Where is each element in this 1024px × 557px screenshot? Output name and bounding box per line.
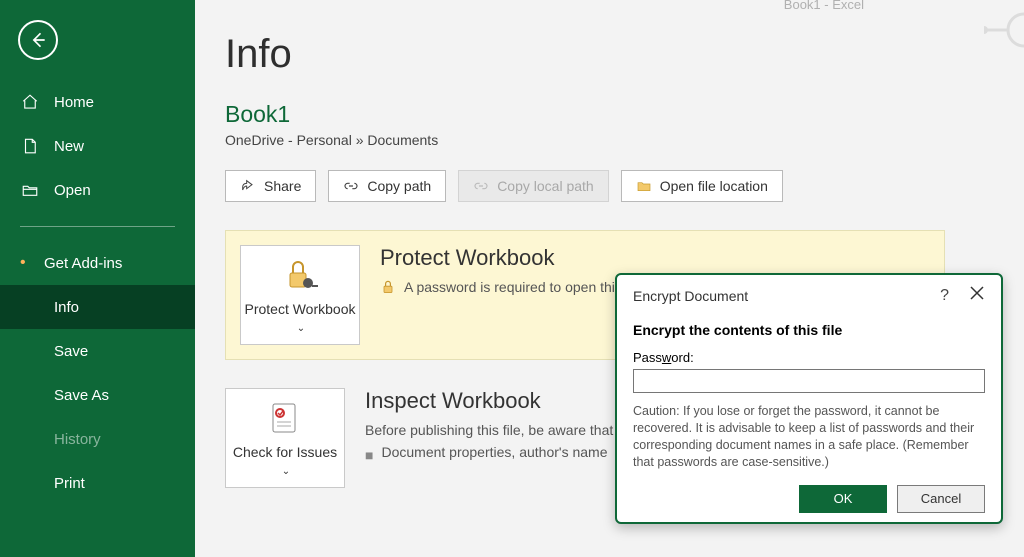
- sidebar-item-label: History: [54, 431, 101, 448]
- action-row: Share Copy path Copy local path Open fil…: [225, 170, 994, 202]
- password-input[interactable]: [633, 369, 985, 393]
- new-file-icon: [20, 136, 40, 156]
- folder-open-icon: [20, 180, 40, 200]
- dialog-subtitle: Encrypt the contents of this file: [633, 322, 985, 338]
- small-lock-icon: [380, 279, 396, 295]
- check-issues-label: Check for Issues ⌄: [226, 444, 344, 478]
- sidebar-item-label: New: [54, 138, 84, 155]
- copy-local-path-label: Copy local path: [497, 178, 594, 194]
- share-icon: [240, 178, 256, 194]
- breadcrumb: OneDrive - Personal » Documents: [225, 132, 994, 148]
- backstage-sidebar: Home New Open Get Add-ins Info Save Save…: [0, 0, 195, 557]
- dialog-title: Encrypt Document: [633, 288, 748, 304]
- link-icon: [343, 178, 359, 194]
- share-button[interactable]: Share: [225, 170, 316, 202]
- open-file-location-label: Open file location: [660, 178, 768, 194]
- file-name: Book1: [225, 101, 994, 128]
- sidebar-item-print[interactable]: Print: [0, 461, 195, 505]
- encrypt-document-dialog: Encrypt Document ? Encrypt the contents …: [615, 273, 1003, 524]
- sidebar-item-addins[interactable]: Get Add-ins: [0, 241, 195, 285]
- checklist-icon: [265, 398, 305, 438]
- back-button[interactable]: [18, 20, 58, 60]
- cancel-button[interactable]: Cancel: [897, 485, 985, 513]
- share-label: Share: [264, 178, 301, 194]
- open-file-location-button[interactable]: Open file location: [621, 170, 783, 202]
- sidebar-item-label: Print: [54, 475, 85, 492]
- check-issues-button[interactable]: Check for Issues ⌄: [225, 388, 345, 488]
- sidebar-item-save[interactable]: Save: [0, 329, 195, 373]
- password-label: Password:: [633, 350, 985, 365]
- copy-path-button[interactable]: Copy path: [328, 170, 446, 202]
- sidebar-item-new[interactable]: New: [0, 124, 195, 168]
- sidebar-item-open[interactable]: Open: [0, 168, 195, 212]
- app-title: Book1 - Excel: [784, 0, 864, 12]
- dialog-close-button[interactable]: [969, 285, 985, 306]
- page-title: Info: [225, 32, 994, 77]
- copy-local-path-button: Copy local path: [458, 170, 609, 202]
- sidebar-item-label: Get Add-ins: [44, 255, 122, 272]
- sidebar-item-info[interactable]: Info: [0, 285, 195, 329]
- sidebar-item-saveas[interactable]: Save As: [0, 373, 195, 417]
- sidebar-item-history: History: [0, 417, 195, 461]
- lock-icon: [280, 255, 320, 295]
- sidebar-item-label: Save: [54, 343, 88, 360]
- sidebar-item-label: Open: [54, 182, 91, 199]
- sidebar-item-home[interactable]: Home: [0, 80, 195, 124]
- protect-workbook-button[interactable]: Protect Workbook ⌄: [240, 245, 360, 345]
- folder-icon: [636, 178, 652, 194]
- protect-workbook-title: Protect Workbook: [380, 245, 930, 271]
- home-icon: [20, 92, 40, 112]
- sidebar-item-label: Home: [54, 94, 94, 111]
- sidebar-item-label: Save As: [54, 387, 109, 404]
- protect-workbook-label: Protect Workbook ⌄: [241, 301, 359, 335]
- decor-graphic: [984, 0, 1024, 60]
- sidebar-item-label: Info: [54, 299, 79, 316]
- copy-path-label: Copy path: [367, 178, 431, 194]
- ok-button[interactable]: OK: [799, 485, 887, 513]
- dialog-caution-text: Caution: If you lose or forget the passw…: [633, 403, 985, 471]
- sidebar-divider: [20, 226, 175, 227]
- dialog-help-button[interactable]: ?: [940, 287, 949, 305]
- link-icon: [473, 178, 489, 194]
